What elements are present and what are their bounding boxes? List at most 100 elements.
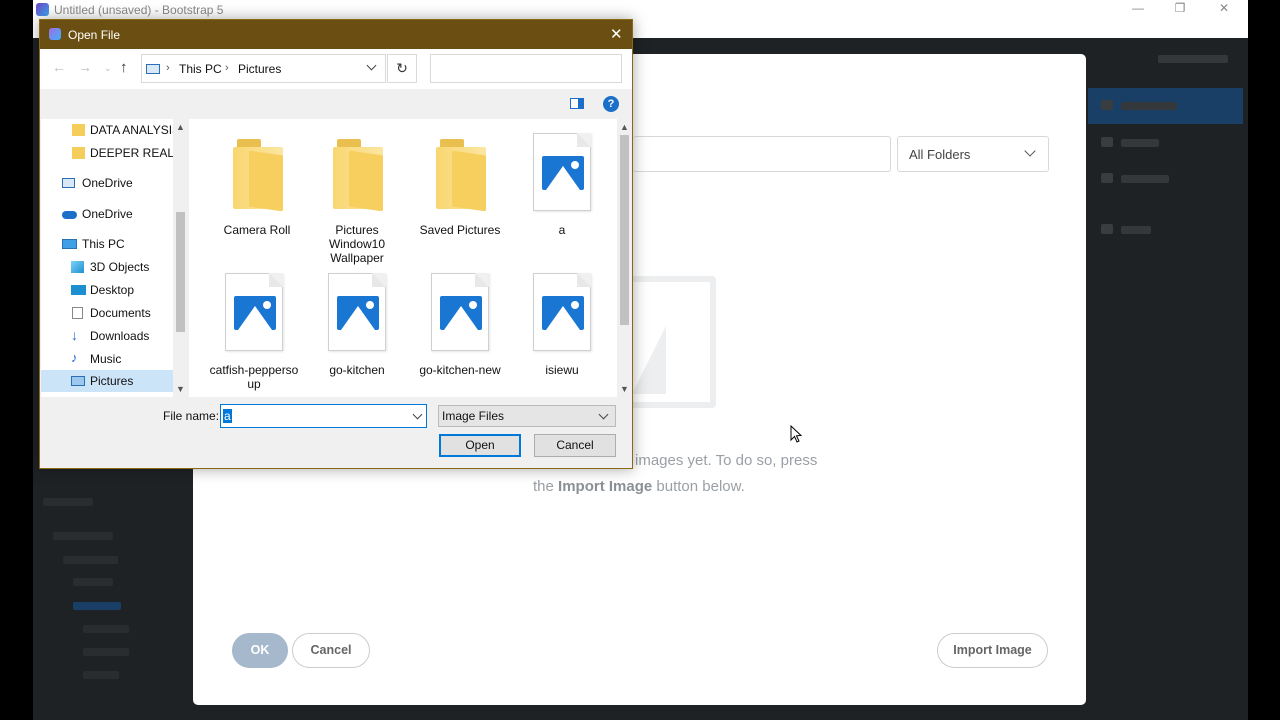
back-arrow-icon[interactable]: ← — [52, 59, 66, 75]
empty-message-line2: the Import Image button below. — [533, 478, 745, 495]
address-bar[interactable]: › This PC › Pictures — [141, 54, 386, 83]
dialog-titlebar: Open File ✕ — [40, 20, 632, 49]
nav-item-music[interactable]: ♪ Music — [41, 348, 173, 370]
image-file-icon — [532, 133, 592, 215]
breadcrumb-separator-icon: › — [225, 62, 229, 74]
onedrive-icon — [62, 178, 75, 188]
nav-item-onedrive-cloud[interactable]: OneDrive — [41, 203, 173, 225]
chevron-down-icon[interactable] — [366, 60, 377, 71]
nav-item-onedrive[interactable]: OneDrive — [41, 172, 173, 194]
dialog-close-button[interactable]: ✕ — [610, 25, 623, 43]
refresh-button[interactable]: ↻ — [387, 54, 417, 83]
nav-item-label: OneDrive — [82, 207, 133, 221]
dialog-search-input[interactable] — [430, 54, 622, 83]
breadcrumb-this-pc[interactable]: This PC — [179, 62, 222, 76]
file-item-pictures-wallpaper[interactable]: Pictures Window10 Wallpaper — [312, 133, 402, 265]
empty-message-line1: images yet. To do so, press — [635, 452, 818, 469]
nav-item-label: Documents — [90, 306, 151, 320]
scroll-up-arrow-icon[interactable]: ▲ — [620, 122, 629, 132]
navigation-pane: DATA ANALYSIS DEEPER REALMS OneDrive One… — [41, 119, 188, 397]
files-scrollbar-thumb[interactable] — [620, 135, 629, 325]
tree-line — [63, 556, 118, 564]
cube-icon — [71, 261, 84, 273]
file-item-go-kitchen-new[interactable]: go-kitchen-new — [415, 273, 505, 377]
open-button[interactable]: Open — [439, 434, 521, 457]
file-label: go-kitchen-new — [419, 363, 501, 377]
file-name-value: a — [223, 409, 232, 423]
nav-item-pictures[interactable]: Pictures — [41, 370, 173, 392]
nav-item-label: DATA ANALYSIS — [90, 123, 173, 137]
import-image-button[interactable]: Import Image — [937, 633, 1048, 668]
file-type-select[interactable]: Image Files — [438, 405, 616, 427]
file-label: Camera Roll — [223, 223, 291, 237]
nav-item-label: Desktop — [90, 283, 135, 297]
sidebar-icon — [1101, 224, 1113, 234]
scroll-up-arrow-icon[interactable]: ▲ — [176, 122, 185, 132]
mouse-cursor-icon — [790, 425, 803, 443]
nav-item-label: Music — [90, 352, 122, 366]
tree-line — [73, 578, 113, 586]
image-file-icon — [532, 273, 592, 355]
tree-line — [53, 532, 113, 540]
breadcrumb-separator-icon: › — [166, 62, 170, 74]
recent-chevron-icon[interactable]: ⌄ — [104, 63, 112, 74]
forward-arrow-icon[interactable]: → — [78, 59, 92, 75]
nav-item-documents[interactable]: Documents — [41, 302, 173, 324]
help-icon[interactable]: ? — [603, 96, 619, 112]
scroll-down-arrow-icon[interactable]: ▼ — [176, 384, 185, 394]
up-arrow-icon[interactable]: ↑ — [120, 59, 128, 76]
folder-select-value: All Folders — [909, 147, 971, 162]
empty-message-suffix: button below. — [656, 478, 745, 495]
computer-icon — [62, 239, 77, 249]
file-item-go-kitchen[interactable]: go-kitchen — [312, 273, 402, 377]
image-search-input[interactable] — [633, 136, 891, 172]
nav-item-3d-objects[interactable]: 3D Objects — [41, 256, 173, 278]
dialog-title: Open File — [68, 28, 121, 42]
nav-item-data-analysis[interactable]: DATA ANALYSIS — [41, 119, 173, 141]
tree-line — [83, 648, 129, 656]
image-file-icon — [224, 273, 284, 355]
file-item-catfish-peppersoup[interactable]: catfish-peppersoup — [209, 273, 299, 391]
file-label: catfish-peppersoup — [209, 363, 299, 391]
nav-scrollbar-thumb[interactable] — [176, 212, 185, 332]
sidebar-icon — [1101, 137, 1113, 147]
breadcrumb-pictures[interactable]: Pictures — [238, 62, 281, 76]
app-logo-icon — [36, 3, 49, 16]
minimize-button[interactable]: — — [1115, 0, 1161, 18]
nav-item-label: Downloads — [90, 329, 150, 343]
preview-pane-icon[interactable] — [570, 98, 584, 109]
file-label: go-kitchen — [329, 363, 385, 377]
file-label: isiewu — [545, 363, 579, 377]
nav-item-desktop[interactable]: Desktop — [41, 279, 173, 301]
close-button[interactable]: ✕ — [1201, 0, 1247, 18]
nav-item-label: OneDrive — [82, 176, 133, 190]
empty-message-bold: Import Image — [558, 478, 653, 495]
folder-select[interactable]: All Folders — [897, 136, 1049, 172]
nav-item-deeper-realms[interactable]: DEEPER REALMS — [41, 142, 173, 164]
file-item-isiewu[interactable]: isiewu — [517, 273, 607, 377]
nav-item-downloads[interactable]: ↓ Downloads — [41, 325, 173, 347]
pictures-icon — [71, 376, 85, 386]
nav-item-label: DEEPER REALMS — [90, 146, 173, 160]
dialog-cancel-button[interactable]: Cancel — [534, 434, 616, 457]
cancel-button[interactable]: Cancel — [292, 633, 370, 668]
file-item-camera-roll[interactable]: Camera Roll — [212, 133, 302, 237]
scroll-down-arrow-icon[interactable]: ▼ — [620, 384, 629, 394]
folder-icon — [72, 124, 85, 136]
sidebar-label — [1121, 226, 1151, 234]
file-type-value: Image Files — [442, 409, 505, 423]
music-icon: ♪ — [71, 350, 78, 365]
sidebar-icon — [1101, 100, 1113, 110]
folder-icon — [430, 133, 490, 215]
ok-button[interactable]: OK — [232, 633, 288, 668]
chevron-down-icon[interactable] — [412, 409, 423, 420]
file-label: Saved Pictures — [419, 223, 501, 237]
empty-message-prefix: the — [533, 478, 554, 495]
file-name-input[interactable]: a — [220, 404, 427, 428]
restore-button[interactable]: ❐ — [1157, 0, 1203, 18]
file-item-a[interactable]: a — [517, 133, 607, 237]
file-item-saved-pictures[interactable]: Saved Pictures — [415, 133, 505, 237]
nav-item-this-pc[interactable]: This PC — [41, 233, 173, 255]
sidebar-label — [1121, 139, 1159, 147]
image-file-icon — [430, 273, 490, 355]
